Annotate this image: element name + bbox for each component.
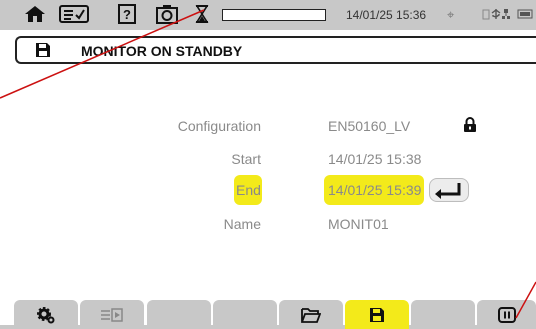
settings-icon (37, 306, 55, 323)
usb-icon (491, 9, 501, 19)
checklist-icon[interactable] (58, 3, 90, 25)
lock-icon (463, 117, 477, 138)
enter-button[interactable] (429, 178, 469, 202)
save-icon (35, 42, 51, 63)
hourglass-icon (194, 3, 210, 25)
page-title: MONITOR ON STANDBY (81, 43, 243, 59)
tab-empty-2[interactable] (213, 300, 277, 329)
battery-level-icon (517, 9, 533, 19)
play-list-icon (101, 307, 123, 322)
tab-pause[interactable] (477, 300, 536, 329)
status-indicator-icons (482, 8, 534, 23)
end-value: 14/01/25 15:39 (328, 182, 422, 198)
folder-icon (301, 307, 321, 323)
status-bar: ? 14/01/25 15:36 ⌖ (0, 0, 536, 30)
tab-save[interactable] (345, 300, 409, 329)
configuration-label: Configuration (177, 118, 261, 134)
tab-open[interactable] (279, 300, 343, 329)
network-icon (502, 9, 510, 19)
tab-empty-1[interactable] (147, 300, 211, 329)
name-value: MONIT01 (328, 216, 389, 232)
name-label: Name (223, 216, 261, 232)
svg-text:?: ? (123, 7, 131, 22)
end-label: End (236, 182, 261, 198)
start-label: Start (231, 151, 261, 167)
tab-playlist[interactable] (80, 300, 144, 329)
start-value: 14/01/25 15:38 (328, 151, 422, 167)
datetime-readout: 14/01/25 15:36 (346, 8, 427, 22)
title-bar: MONITOR ON STANDBY (15, 36, 536, 64)
configuration-value: EN50160_LV (328, 118, 411, 134)
help-icon[interactable]: ? (116, 3, 138, 25)
crosshair-icon: ⌖ (447, 7, 455, 22)
tab-empty-3[interactable] (411, 300, 475, 329)
home-icon[interactable] (22, 3, 48, 25)
save-icon (370, 307, 384, 322)
battery-icon (482, 9, 490, 20)
camera-icon[interactable] (155, 3, 179, 25)
progress-bar (222, 9, 326, 21)
enter-icon (435, 183, 461, 199)
tab-settings[interactable] (14, 300, 78, 329)
pause-icon (497, 306, 516, 323)
